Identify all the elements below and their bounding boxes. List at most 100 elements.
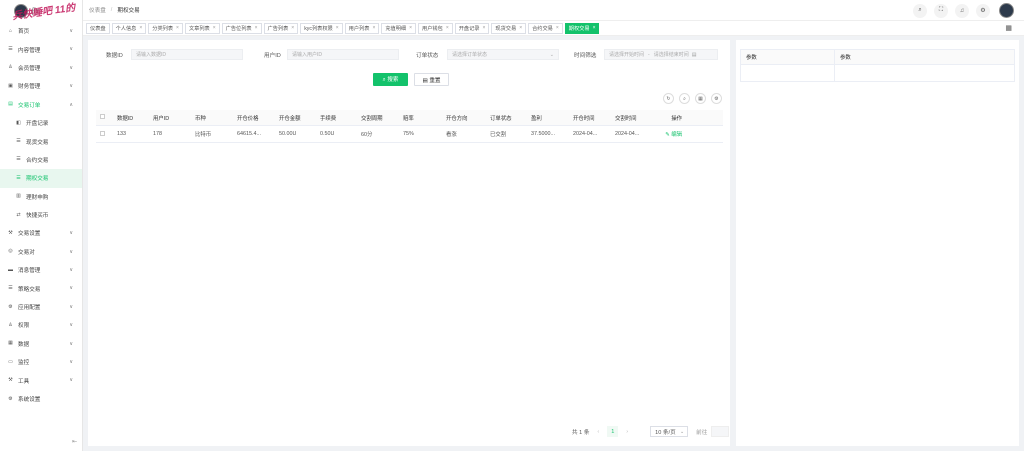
close-icon[interactable]: × bbox=[446, 25, 449, 31]
sidebar-item[interactable]: ▦ 数据 ∨ bbox=[0, 335, 82, 353]
close-icon[interactable]: × bbox=[139, 25, 142, 31]
chevron-down-icon: ∨ bbox=[69, 322, 73, 329]
chevron-down-icon: ∨ bbox=[69, 64, 73, 71]
chevron-down-icon: ∨ bbox=[69, 248, 73, 255]
sidebar-item[interactable]: ◧ 开盘记录 bbox=[0, 114, 82, 132]
data-id-input[interactable]: 请输入数据ID bbox=[131, 49, 243, 60]
tab[interactable]: 用户列表 × bbox=[344, 22, 380, 34]
order-status-select[interactable]: 请选择订单状态 ⌄ bbox=[447, 49, 559, 60]
tab[interactable]: 用户钱包 × bbox=[418, 22, 453, 34]
close-icon[interactable]: × bbox=[336, 25, 339, 31]
close-icon[interactable]: × bbox=[213, 25, 216, 31]
tab[interactable]: 合约交易 × bbox=[528, 22, 563, 34]
close-icon[interactable]: × bbox=[176, 25, 179, 31]
columns-icon[interactable]: ▦ bbox=[695, 93, 706, 104]
gear-icon[interactable]: ⚙ bbox=[976, 3, 990, 18]
list-icon: ☰ bbox=[8, 46, 13, 53]
chevron-down-icon: ∨ bbox=[69, 230, 73, 237]
tab[interactable]: 充值明细 × bbox=[381, 22, 417, 34]
tab[interactable]: 个人信息 × bbox=[111, 22, 147, 34]
goto-page-input[interactable] bbox=[711, 426, 730, 437]
tab[interactable]: 期权交易 × bbox=[564, 22, 600, 34]
tab[interactable]: 广告位列表 × bbox=[221, 22, 262, 34]
close-icon[interactable]: × bbox=[483, 25, 486, 31]
column-header: 手续费 bbox=[320, 115, 337, 122]
close-icon[interactable]: × bbox=[291, 25, 294, 31]
close-icon[interactable]: × bbox=[255, 25, 258, 31]
reset-button[interactable]: ▤ 重置 bbox=[414, 73, 449, 86]
sidebar-item[interactable]: ♙ 权限 ∨ bbox=[0, 316, 82, 334]
sidebar-item[interactable]: ⇄ 快捷买币 bbox=[0, 206, 82, 224]
sidebar-item[interactable]: ☰ 内容管理 ∨ bbox=[0, 40, 82, 58]
prev-page-icon[interactable]: ‹ bbox=[597, 429, 599, 435]
end-time-placeholder[interactable]: 请选择结束时间 bbox=[654, 51, 689, 58]
tab[interactable]: 广告列表 × bbox=[263, 22, 299, 34]
fullscreen-icon[interactable]: ⛶ bbox=[934, 3, 948, 18]
sidebar-item[interactable]: ▥ 理财申购 bbox=[0, 188, 82, 206]
table-cell: 75% bbox=[403, 131, 414, 137]
tab[interactable]: 分类列表 × bbox=[148, 22, 183, 34]
sidebar-item[interactable]: ♙ 会员管理 ∨ bbox=[0, 59, 82, 77]
settings-icon[interactable]: ⚙ bbox=[711, 93, 722, 104]
close-icon[interactable]: × bbox=[519, 25, 522, 31]
column-header: 币种 bbox=[195, 115, 206, 122]
tab-list: 仪表盘 个人信息 × 分类列表 × 文章列表 × 广告位列表 × 广告列表 × kyc列表权限 × 用户列… bbox=[86, 22, 601, 34]
side-panel: 参数 参数 bbox=[736, 40, 1019, 446]
date-range-picker[interactable]: 请选择开始时间 - 请选择结束时间 ▤ bbox=[604, 49, 718, 60]
tab[interactable]: kyc列表权限 × bbox=[300, 22, 343, 34]
close-icon[interactable]: × bbox=[372, 25, 375, 31]
breadcrumb-separator: / bbox=[110, 7, 113, 13]
refresh-icon[interactable]: ↻ bbox=[663, 93, 674, 104]
sidebar-item[interactable]: ▤ 交易订单 ∧ bbox=[0, 96, 82, 114]
collapse-sidebar-icon[interactable]: ⇤ bbox=[72, 438, 77, 445]
sidebar-item[interactable]: ☰ 合约交易 bbox=[0, 151, 82, 169]
row-checkbox[interactable] bbox=[100, 130, 105, 136]
select-all-checkbox[interactable] bbox=[100, 114, 105, 119]
breadcrumb-home[interactable]: 仪表盘 bbox=[89, 6, 106, 14]
pair-icon: ◎ bbox=[8, 248, 13, 255]
sidebar-item[interactable]: ▭ 监控 ∨ bbox=[0, 353, 82, 371]
search-icon[interactable]: ⌕ bbox=[913, 3, 927, 18]
sidebar-item[interactable]: ⌂ 首页 ∨ bbox=[0, 22, 82, 40]
start-time-placeholder[interactable]: 请选择开始时间 bbox=[609, 51, 644, 58]
user-id-input[interactable]: 请输入用户ID bbox=[287, 49, 399, 60]
row-select-cell bbox=[96, 130, 113, 138]
user-avatar[interactable] bbox=[999, 3, 1014, 18]
close-icon[interactable]: × bbox=[409, 25, 412, 31]
sidebar-item[interactable]: ▣ 财务管理 ∨ bbox=[0, 77, 82, 95]
tab[interactable]: 现货交易 × bbox=[491, 22, 527, 34]
sidebar-item[interactable]: ⚙ 系统设置 bbox=[0, 390, 82, 408]
bell-icon[interactable]: ♫ bbox=[955, 3, 969, 18]
exchange-icon: ⇄ bbox=[16, 211, 21, 218]
sidebar-item[interactable]: ☰ 策略交易 ∨ bbox=[0, 279, 82, 297]
sidebar-item-label: 理财申购 bbox=[26, 194, 49, 201]
close-icon[interactable]: × bbox=[593, 25, 596, 31]
sidebar-item[interactable]: ▬ 消息管理 ∨ bbox=[0, 261, 82, 279]
sidebar-item[interactable]: ⚙ 应用配置 ∨ bbox=[0, 298, 82, 316]
page-size-select[interactable]: 10 条/页 ⌄ bbox=[650, 426, 689, 437]
sidebar-item[interactable]: ☰ 现货交易 bbox=[0, 132, 82, 150]
table-toolbar: ↻ ⌕ ▦ ⚙ bbox=[658, 93, 722, 104]
sidebar-item[interactable]: ⚒ 工具 ∨ bbox=[0, 371, 82, 389]
sidebar-item[interactable]: ⚒ 交易设置 ∨ bbox=[0, 224, 82, 242]
tab-label: 仪表盘 bbox=[90, 25, 106, 32]
sidebar-item[interactable]: ◎ 交易对 ∨ bbox=[0, 243, 82, 261]
finance-icon: ▣ bbox=[8, 82, 13, 89]
tab-menu-icon[interactable]: ▦ bbox=[1005, 24, 1012, 32]
home-icon: ⌂ bbox=[8, 27, 13, 34]
page-number[interactable]: 1 bbox=[607, 426, 619, 437]
sidebar-item-label: 数据 bbox=[18, 341, 30, 348]
sidebar-item[interactable]: ☰ 期权交易 bbox=[0, 169, 82, 188]
close-icon[interactable]: × bbox=[556, 25, 559, 31]
tab[interactable]: 仪表盘 bbox=[86, 22, 110, 34]
table-cell: 0.50U bbox=[320, 131, 335, 137]
next-page-icon[interactable]: › bbox=[626, 429, 628, 435]
tool-icon: ⚒ bbox=[8, 229, 13, 236]
search-icon[interactable]: ⌕ bbox=[679, 93, 690, 104]
tab[interactable]: 文章列表 × bbox=[184, 22, 220, 34]
search-button[interactable]: ⌕ 搜索 bbox=[373, 73, 408, 86]
tab-label: 期权交易 bbox=[568, 25, 590, 32]
edit-button[interactable]: ✎ 编辑 bbox=[656, 130, 686, 138]
tab[interactable]: 开盘记录 × bbox=[454, 22, 490, 34]
tab-label: 广告位列表 bbox=[225, 25, 252, 32]
